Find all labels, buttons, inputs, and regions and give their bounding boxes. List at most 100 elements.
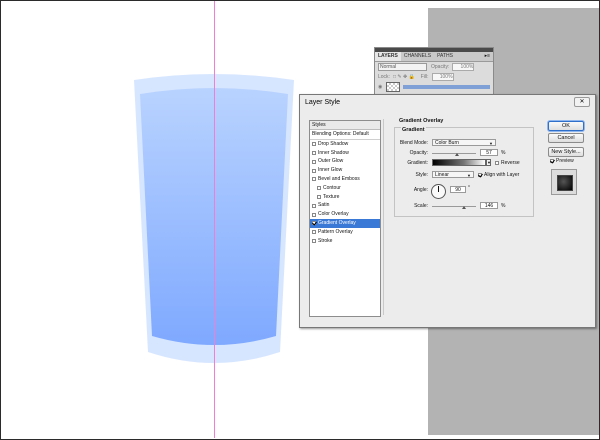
style-item[interactable]: Texture (310, 193, 380, 202)
style-select[interactable]: Linear ▼ (432, 171, 474, 178)
reverse-checkbox[interactable]: Reverse (495, 160, 520, 166)
preview-checkbox-box[interactable] (550, 159, 554, 163)
gradient-swatch[interactable] (432, 159, 486, 166)
preview-checkbox[interactable]: Preview (550, 158, 574, 164)
style-item-checkbox[interactable] (312, 203, 316, 208)
eye-icon[interactable]: ◉ (378, 84, 382, 90)
layers-opacity-label: Opacity: (431, 64, 450, 70)
panel-menu-icon[interactable]: ▸≡ (482, 52, 493, 61)
ok-button[interactable]: OK (548, 121, 584, 131)
blend-mode-label: Blend Mode: (399, 140, 428, 146)
style-item[interactable]: Drop Shadow (310, 140, 380, 149)
angle-field[interactable]: 90 (450, 186, 466, 193)
style-item-label: Texture (323, 193, 340, 200)
style-item[interactable]: Pattern Overlay (310, 228, 380, 237)
style-item-label: Contour (323, 184, 341, 191)
style-item-checkbox[interactable] (317, 194, 321, 199)
style-item[interactable]: Blending Options: Default (310, 130, 380, 140)
cancel-button[interactable]: Cancel (548, 133, 584, 143)
style-preview-swatch (557, 175, 573, 191)
tab-layers[interactable]: LAYERS (375, 52, 401, 61)
tab-channels[interactable]: CHANNELS (401, 52, 434, 61)
align-checkbox-box[interactable] (478, 173, 482, 177)
angle-unit: ° (468, 185, 470, 191)
style-item-checkbox[interactable] (317, 186, 321, 191)
style-item-label: Pattern Overlay (318, 228, 353, 235)
gradient-label: Gradient: (407, 160, 428, 166)
style-item-checkbox[interactable] (312, 212, 316, 217)
style-item-checkbox[interactable] (312, 230, 316, 235)
opacity-unit: % (501, 150, 506, 156)
scale-field[interactable]: 146 (480, 202, 498, 209)
preview-label: Preview (556, 158, 574, 164)
style-preview-thumbnail (551, 169, 577, 195)
style-item-checkbox[interactable] (312, 150, 316, 155)
styles-list: Styles Blending Options: Default Drop Sha… (309, 120, 381, 317)
angle-label: Angle: (413, 187, 428, 193)
layers-blend-row: Normal Opacity: 100% (375, 62, 493, 72)
angle-dial-hand (438, 186, 439, 192)
style-item[interactable]: Inner Glow (310, 166, 380, 175)
layer-style-dialog: Layer Style ✕ Styles Blending Options: D… (299, 94, 596, 328)
reverse-checkbox-box[interactable] (495, 161, 499, 165)
style-item-label: Outer Glow (318, 158, 344, 165)
group-title: Gradient (401, 127, 426, 133)
style-item-checkbox[interactable] (312, 142, 316, 147)
angle-dial[interactable] (431, 184, 446, 199)
new-style-button[interactable]: New Style... (548, 147, 584, 157)
layers-lock-row: Lock: □ ✎ ✥ 🔒 Fill: 100% (375, 72, 493, 82)
opacity-slider-track[interactable] (432, 153, 476, 154)
style-item[interactable]: Gradient Overlay (310, 218, 380, 228)
dialog-titlebar[interactable]: Layer Style ✕ (300, 95, 595, 109)
layers-lock-label: Lock: (378, 74, 390, 80)
layers-opacity-field[interactable]: 100% (452, 63, 475, 71)
style-item-checkbox[interactable] (312, 238, 316, 243)
style-item[interactable]: Inner Shadow (310, 149, 380, 158)
style-item[interactable]: Stroke (310, 237, 380, 246)
layer-thumbnail (386, 82, 401, 92)
scale-slider-track[interactable] (432, 206, 476, 207)
style-item-label: Blending Options: Default (312, 131, 369, 137)
style-item-checkbox[interactable] (312, 168, 316, 173)
dialog-title: Layer Style (305, 98, 341, 106)
opacity-field[interactable]: 57 (480, 149, 498, 156)
tab-paths[interactable]: PATHS (434, 52, 456, 61)
style-item-label: Satin (318, 202, 330, 209)
opacity-label: Opacity: (409, 150, 428, 156)
style-item-label: Drop Shadow (318, 140, 349, 147)
style-item[interactable]: Satin (310, 201, 380, 210)
style-value: Linear (435, 172, 449, 178)
chevron-down-icon: ▼ (467, 173, 471, 178)
style-item-label: Inner Glow (318, 167, 343, 174)
style-label: Style: (415, 172, 428, 178)
style-item-label: Stroke (318, 237, 333, 244)
style-item[interactable]: Color Overlay (310, 210, 380, 219)
styles-header[interactable]: Styles (310, 121, 380, 130)
layer-row[interactable]: ◉ (375, 82, 493, 92)
layers-fill-field[interactable]: 100% (431, 73, 454, 81)
style-item-checkbox[interactable] (312, 221, 316, 226)
opacity-slider-knob[interactable] (455, 153, 460, 156)
style-item[interactable]: Bevel and Emboss (310, 175, 380, 184)
align-with-layer-checkbox[interactable]: Align with Layer (478, 172, 519, 178)
chevron-down-icon: ▼ (489, 141, 493, 146)
lock-icons[interactable]: □ ✎ ✥ 🔒 (393, 74, 415, 80)
style-item-label: Inner Shadow (318, 149, 349, 156)
style-item[interactable]: Contour (310, 184, 380, 193)
style-item[interactable]: Outer Glow (310, 157, 380, 166)
close-icon[interactable]: ✕ (574, 97, 590, 107)
layers-blend-select[interactable]: Normal (378, 63, 427, 71)
style-item-checkbox[interactable] (312, 159, 316, 164)
blend-mode-value: Color Burn (435, 140, 459, 146)
gradient-picker-chevron-icon[interactable]: ▼ (486, 159, 491, 166)
blend-mode-select[interactable]: Color Burn ▼ (432, 139, 496, 146)
style-item-checkbox[interactable] (312, 177, 316, 182)
vertical-guide[interactable] (214, 1, 215, 438)
style-item-label: Bevel and Emboss (318, 175, 360, 182)
scale-slider-knob[interactable] (462, 206, 467, 209)
style-item-label: Gradient Overlay (318, 219, 356, 226)
layers-fill-label: Fill: (420, 74, 429, 80)
dialog-divider (383, 119, 384, 315)
align-label: Align with Layer (484, 172, 520, 178)
scale-unit: % (501, 203, 506, 209)
